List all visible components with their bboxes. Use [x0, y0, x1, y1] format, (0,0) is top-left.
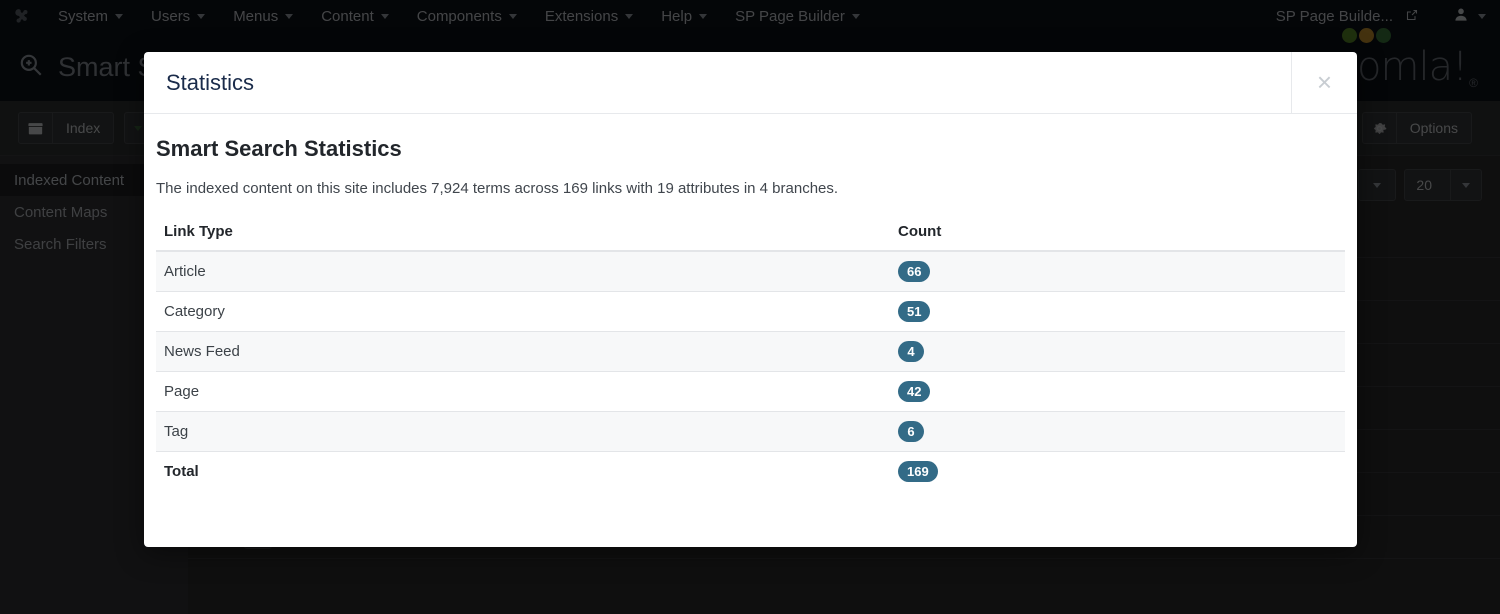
- stats-description: The indexed content on this site include…: [156, 180, 1345, 197]
- menu-item-extensions[interactable]: Extensions: [531, 0, 647, 33]
- caret-down-icon: [1450, 170, 1481, 200]
- menu-item-label: Help: [661, 8, 692, 25]
- count-badge: 66: [898, 261, 930, 282]
- menu-item-help[interactable]: Help: [647, 0, 721, 33]
- chevron-down-icon: [625, 14, 633, 19]
- caret-down-icon: [134, 126, 142, 131]
- link-type-cell: News Feed: [156, 332, 890, 372]
- total-count-badge: 169: [898, 461, 938, 482]
- table-row: Category 51: [156, 292, 1345, 332]
- sidebar-item-label: Content Maps: [14, 204, 107, 221]
- modal-header: Statistics ×: [144, 52, 1357, 114]
- statistics-table: Link Type Count Article 66 Category 51: [156, 217, 1345, 491]
- table-row: Article 66: [156, 251, 1345, 292]
- menu-item-label: Extensions: [545, 8, 618, 25]
- count-cell: 4: [890, 332, 1345, 372]
- index-button-label: Index: [66, 120, 100, 136]
- admin-menu-bar: System Users Menus Content Components Ex…: [0, 0, 1500, 33]
- menu-item-label: Users: [151, 8, 190, 25]
- table-row: Tag 6: [156, 412, 1345, 452]
- link-type-cell: Article: [156, 251, 890, 292]
- statistics-modal: Statistics × Smart Search Statistics The…: [144, 52, 1357, 547]
- caret-down-icon: [1373, 183, 1381, 188]
- table-row: News Feed 4: [156, 332, 1345, 372]
- menu-item-label: Content: [321, 8, 374, 25]
- menu-item-sp-page-builder[interactable]: SP Page Builder: [721, 0, 874, 33]
- menu-item-label: Components: [417, 8, 502, 25]
- chevron-down-icon: [509, 14, 517, 19]
- joomla-logo-icon[interactable]: [0, 0, 44, 33]
- joomla-brand-registered: ®: [1469, 76, 1478, 90]
- menu-item-label: SP Page Builder: [735, 8, 845, 25]
- site-link-label: SP Page Builde...: [1276, 8, 1393, 25]
- close-icon[interactable]: ×: [1291, 52, 1357, 114]
- menu-item-users[interactable]: Users: [137, 0, 219, 33]
- modal-title: Statistics: [144, 70, 254, 96]
- link-type-cell: Category: [156, 292, 890, 332]
- sidebar-item-label: Search Filters: [14, 236, 107, 253]
- menu-item-menus[interactable]: Menus: [219, 0, 307, 33]
- chevron-down-icon: [115, 14, 123, 19]
- statistics-table-head: Link Type Count: [156, 217, 1345, 251]
- count-cell: 6: [890, 412, 1345, 452]
- chevron-down-icon: [1478, 14, 1486, 19]
- count-cell: 51: [890, 292, 1345, 332]
- stats-heading: Smart Search Statistics: [156, 136, 1345, 162]
- sidebar-item-label: Indexed Content: [14, 172, 124, 189]
- statistics-total-row: Total 169: [156, 452, 1345, 492]
- column-header-link-type: Link Type: [156, 217, 890, 251]
- external-link-icon: [1406, 8, 1418, 25]
- chevron-down-icon: [381, 14, 389, 19]
- chevron-down-icon: [285, 14, 293, 19]
- joomla-brand-dots: [1342, 28, 1391, 43]
- menu-item-content[interactable]: Content: [307, 0, 403, 33]
- link-type-cell: Page: [156, 372, 890, 412]
- list-limit-dropdown[interactable]: 20: [1404, 169, 1482, 201]
- column-header-count: Count: [890, 217, 1345, 251]
- options-button-group: Options: [1362, 112, 1472, 144]
- menu-item-label: Menus: [233, 8, 278, 25]
- menu-item-system[interactable]: System: [44, 0, 137, 33]
- gear-icon[interactable]: [1362, 112, 1397, 144]
- index-button[interactable]: Index: [53, 112, 114, 144]
- modal-body: Smart Search Statistics The indexed cont…: [144, 114, 1357, 547]
- count-badge: 4: [898, 341, 924, 362]
- user-icon: [1454, 7, 1468, 26]
- total-count-cell: 169: [890, 452, 1345, 492]
- count-badge: 51: [898, 301, 930, 322]
- menu-item-components[interactable]: Components: [403, 0, 531, 33]
- total-label: Total: [156, 452, 890, 492]
- link-type-cell: Tag: [156, 412, 890, 452]
- page-title: Smart S: [58, 52, 156, 83]
- count-badge: 42: [898, 381, 930, 402]
- list-limit-value: 20: [1405, 170, 1443, 200]
- toolbar-right-group: Options: [1362, 112, 1482, 144]
- search-plus-icon: [18, 52, 44, 83]
- count-cell: 42: [890, 372, 1345, 412]
- chevron-down-icon: [852, 14, 860, 19]
- table-row: Page 42: [156, 372, 1345, 412]
- count-cell: 66: [890, 251, 1345, 292]
- statistics-header-row: Link Type Count: [156, 217, 1345, 251]
- user-menu[interactable]: [1432, 7, 1486, 26]
- sort-dropdown[interactable]: [1358, 169, 1396, 201]
- chevron-down-icon: [197, 14, 205, 19]
- menu-item-label: System: [58, 8, 108, 25]
- index-button-group: Index: [18, 112, 114, 144]
- statistics-table-body: Article 66 Category 51 News Feed 4: [156, 251, 1345, 491]
- archive-box-icon[interactable]: [18, 112, 53, 144]
- options-button[interactable]: Options: [1397, 112, 1472, 144]
- options-button-label: Options: [1410, 120, 1458, 136]
- count-badge: 6: [898, 421, 924, 442]
- chevron-down-icon: [699, 14, 707, 19]
